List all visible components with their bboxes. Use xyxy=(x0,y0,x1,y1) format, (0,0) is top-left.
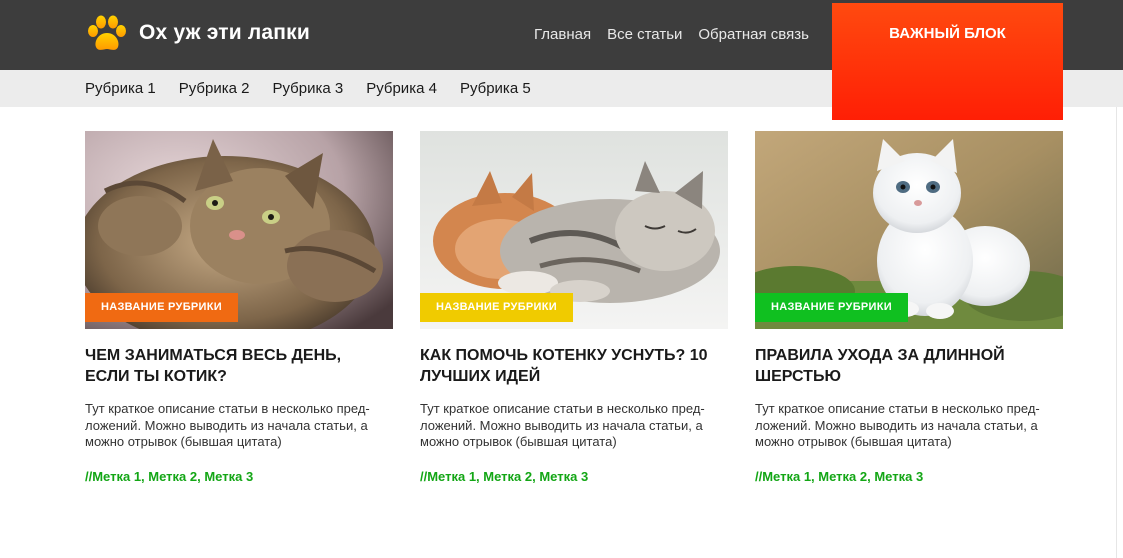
article-description-2: Тут краткое описание статьи в несколько … xyxy=(420,401,705,449)
category-link-1[interactable]: Рубрика 1 xyxy=(85,80,156,97)
article-card-1: НАЗВАНИЕ РУБРИКИ ЧЕМ ЗАНИМАТЬСЯ ВЕСЬ ДЕН… xyxy=(85,131,393,484)
article-tags-1[interactable]: //Метка 1, Метка 2, Метка 3 xyxy=(85,469,393,484)
category-link-3[interactable]: Рубрика 3 xyxy=(272,80,343,97)
category-link-4[interactable]: Рубрика 4 xyxy=(366,80,437,97)
top-navigation: Главная Все статьи Обратная связь xyxy=(534,26,809,43)
article-tags-2[interactable]: //Метка 1, Метка 2, Метка 3 xyxy=(420,469,728,484)
nav-link-all-articles[interactable]: Все статьи xyxy=(607,26,682,43)
category-link-5[interactable]: Рубрика 5 xyxy=(460,80,531,97)
article-image-1[interactable]: НАЗВАНИЕ РУБРИКИ xyxy=(85,131,393,329)
page-edge-divider xyxy=(1116,107,1117,558)
article-title-1[interactable]: ЧЕМ ЗАНИМАТЬСЯ ВЕСЬ ДЕНЬ, ЕСЛИ ТЫ КОТИК? xyxy=(85,345,385,387)
category-link-2[interactable]: Рубрика 2 xyxy=(179,80,250,97)
article-card-3: НАЗВАНИЕ РУБРИКИ ПРАВИЛА УХОДА ЗА ДЛИННО… xyxy=(755,131,1063,484)
article-description-3: Тут краткое описание статьи в несколько … xyxy=(755,401,1040,449)
category-badge-2[interactable]: НАЗВАНИЕ РУБРИКИ xyxy=(420,293,573,322)
category-badge-3[interactable]: НАЗВАНИЕ РУБРИКИ xyxy=(755,293,908,322)
category-badge-1[interactable]: НАЗВАНИЕ РУБРИКИ xyxy=(85,293,238,322)
article-image-3[interactable]: НАЗВАНИЕ РУБРИКИ xyxy=(755,131,1063,329)
article-description-1: Тут краткое описание статьи в несколько … xyxy=(85,401,370,449)
site-title[interactable]: Ох уж эти лапки xyxy=(139,21,310,45)
article-card-2: НАЗВАНИЕ РУБРИКИ КАК ПОМОЧЬ КОТЕНКУ УСНУ… xyxy=(420,131,728,484)
paw-logo-icon[interactable] xyxy=(85,14,129,54)
article-title-2[interactable]: КАК ПОМОЧЬ КОТЕНКУ УСНУТЬ? 10 ЛУЧШИХ ИДЕ… xyxy=(420,345,720,387)
important-block[interactable]: ВАЖНЫЙ БЛОК xyxy=(832,3,1063,120)
nav-link-home[interactable]: Главная xyxy=(534,26,591,43)
category-list: Рубрика 1 Рубрика 2 Рубрика 3 Рубрика 4 … xyxy=(85,80,531,97)
nav-link-feedback[interactable]: Обратная связь xyxy=(698,26,809,43)
article-image-2[interactable]: НАЗВАНИЕ РУБРИКИ xyxy=(420,131,728,329)
important-block-label: ВАЖНЫЙ БЛОК xyxy=(889,25,1006,42)
article-tags-3[interactable]: //Метка 1, Метка 2, Метка 3 xyxy=(755,469,1063,484)
article-title-3[interactable]: ПРАВИЛА УХОДА ЗА ДЛИННОЙ ШЕРСТЬЮ xyxy=(755,345,1055,387)
